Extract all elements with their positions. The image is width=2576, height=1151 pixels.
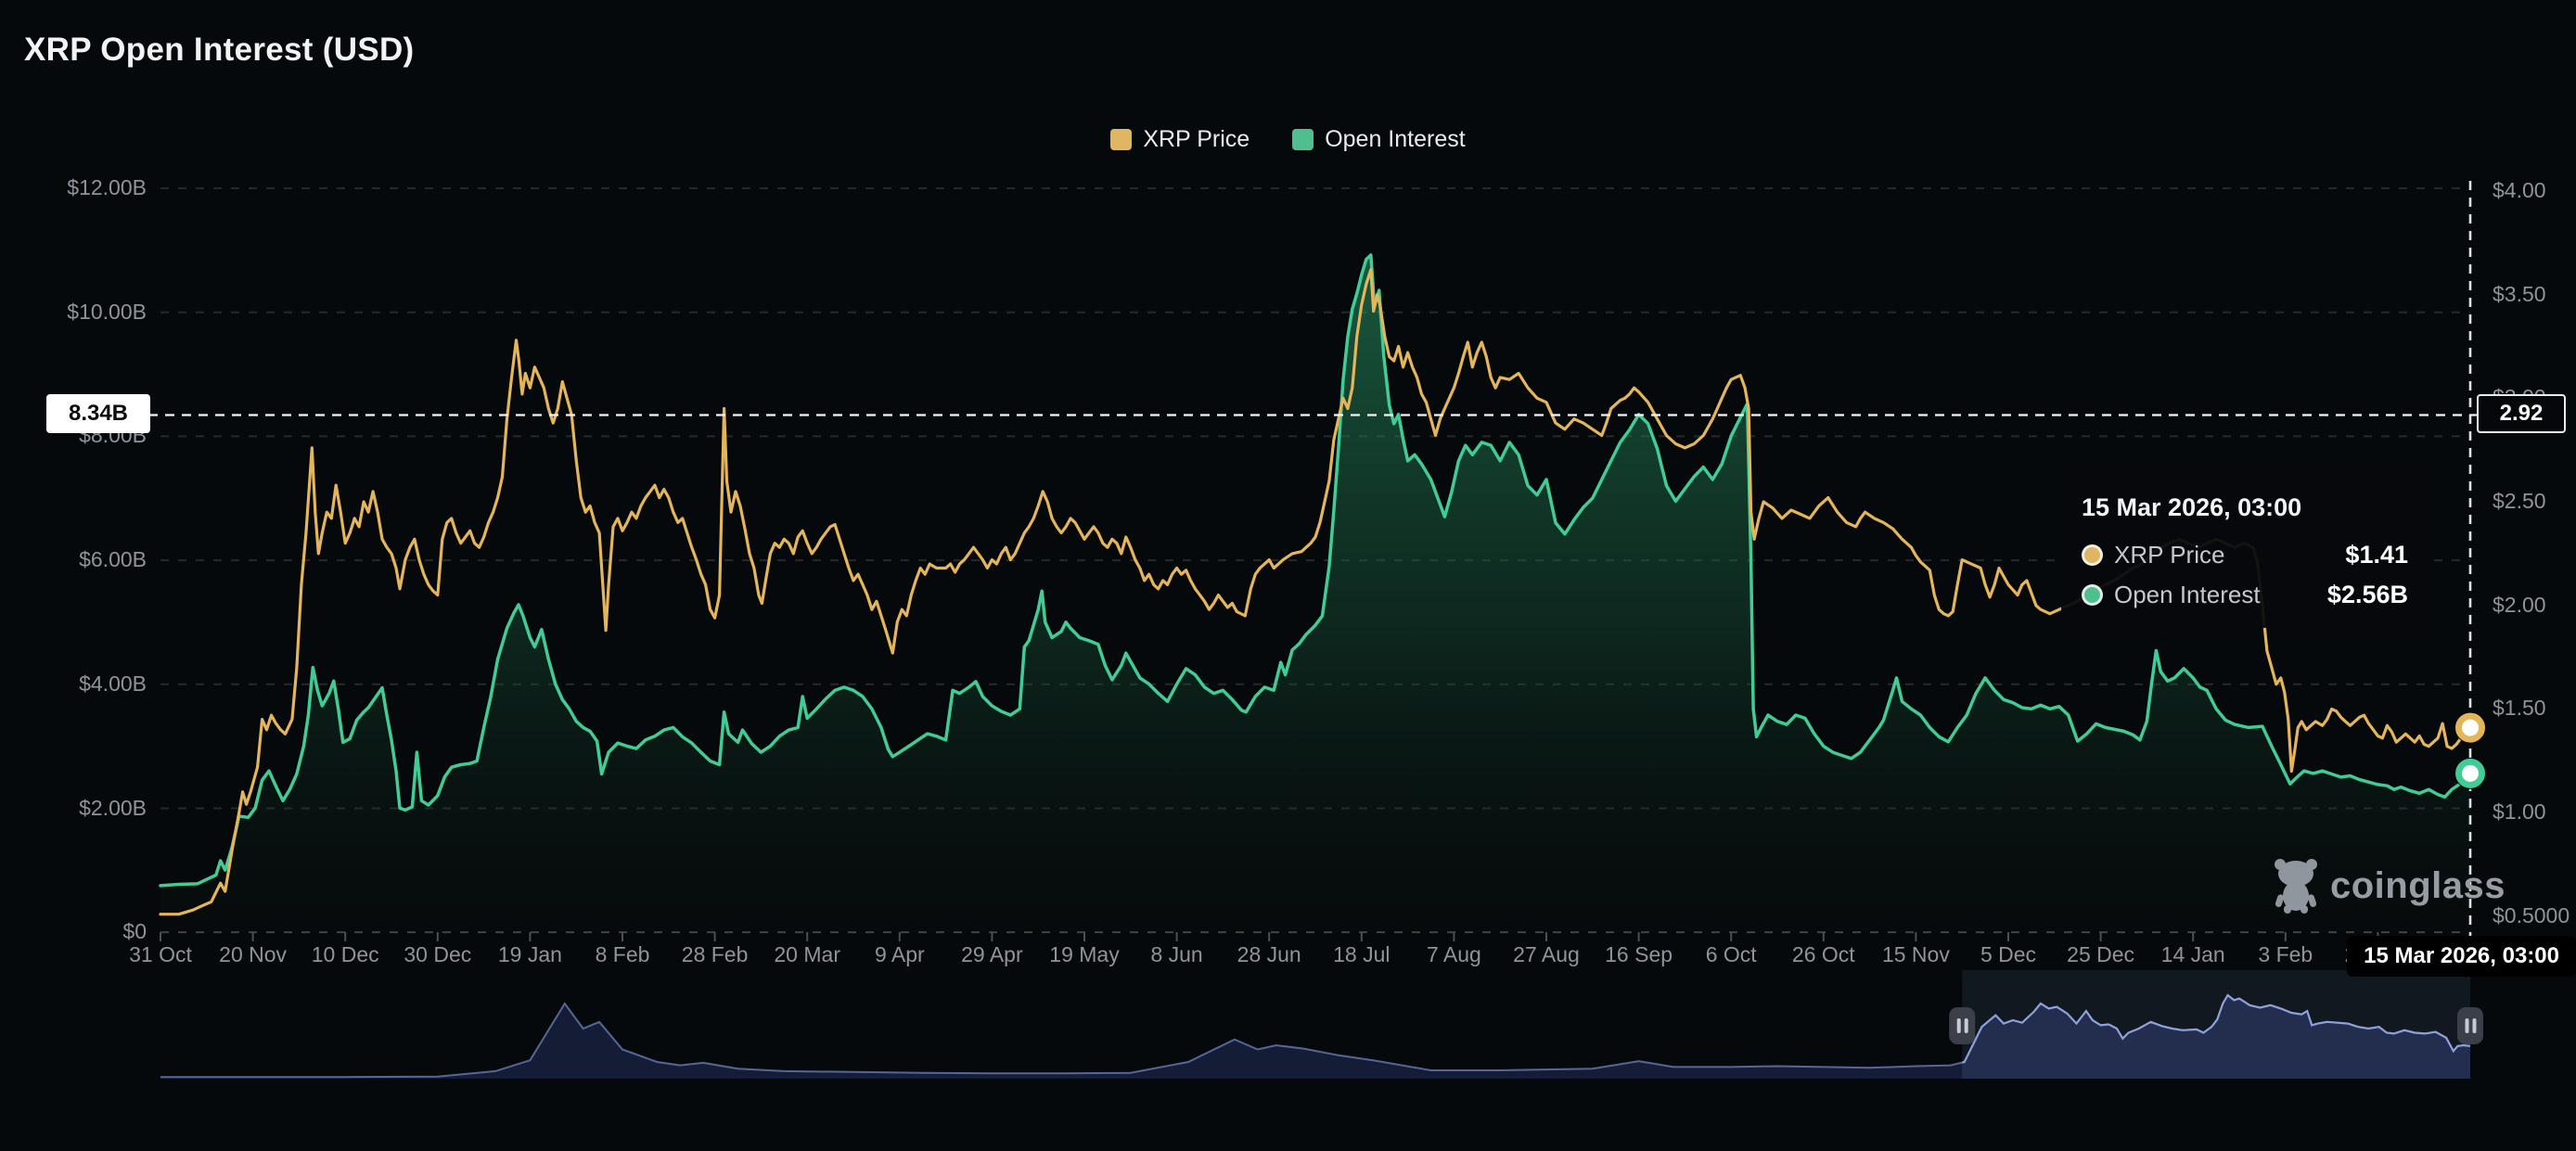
- y-axis-right-label: $4.00: [2493, 178, 2546, 203]
- y-axis-left-label: $6.00B: [7, 547, 147, 572]
- y-axis-left-label: $2.00B: [7, 796, 147, 821]
- price-end-marker: [2454, 712, 2486, 744]
- y-axis-right-label: $3.50: [2493, 282, 2546, 307]
- legend-label: Open Interest: [1325, 126, 1465, 153]
- x-axis-label: 14 Jan: [2161, 942, 2225, 967]
- x-axis-label: 9 Apr: [875, 942, 925, 967]
- watermark: coinglass: [2271, 857, 2506, 914]
- x-axis-label: 8 Jun: [1150, 942, 1202, 967]
- x-axis-label: 20 Mar: [774, 942, 840, 967]
- y-axis-left-label: $4.00B: [7, 671, 147, 697]
- x-axis-label: 6 Oct: [1706, 942, 1757, 967]
- y-axis-left-label: $10.00B: [7, 300, 147, 325]
- crosshair-price-badge: 2.92: [2477, 394, 2566, 433]
- coinglass-mascot-icon: [2271, 857, 2321, 914]
- page-title: XRP Open Interest (USD): [24, 32, 415, 69]
- xrp-price-dot-icon: [2082, 544, 2103, 566]
- y-axis-left-label: $12.00B: [7, 175, 147, 200]
- x-axis-label: 5 Dec: [1980, 942, 2036, 967]
- x-axis-label: 25 Dec: [2067, 942, 2134, 967]
- watermark-text: coinglass: [2330, 865, 2506, 907]
- x-axis-label: 7 Aug: [1427, 942, 1481, 967]
- navigator-handle-right[interactable]: [2457, 1007, 2483, 1044]
- y-axis-right-label: $2.00: [2493, 593, 2546, 618]
- open-interest-swatch-icon: [1292, 129, 1314, 150]
- navigator[interactable]: [160, 970, 2483, 1079]
- y-axis-right-label: $1.00: [2493, 799, 2546, 825]
- tooltip-value: $2.56B: [2327, 581, 2408, 609]
- navigator-handle-left[interactable]: [1949, 1007, 1975, 1044]
- x-axis-label: 28 Feb: [682, 942, 749, 967]
- x-axis-label: 15 Nov: [1882, 942, 1950, 967]
- x-axis-label: 19 Jan: [498, 942, 562, 967]
- x-axis-label: 3 Feb: [2258, 942, 2313, 967]
- crosshair-oi-badge: 8.34B: [46, 394, 150, 433]
- tooltip-value: $1.41: [2345, 541, 2408, 569]
- x-axis-label: 31 Oct: [129, 942, 192, 967]
- tooltip-row-price: XRP Price $1.41: [2082, 541, 2408, 569]
- tooltip-row-open-interest: Open Interest $2.56B: [2082, 581, 2408, 609]
- x-axis-label: 20 Nov: [219, 942, 287, 967]
- tooltip: 15 Mar 2026, 03:00 XRP Price $1.41 Open …: [2061, 477, 2429, 628]
- tooltip-label: XRP Price: [2114, 541, 2345, 569]
- x-axis-label: 8 Feb: [596, 942, 650, 967]
- x-axis-label: 30 Dec: [404, 942, 471, 967]
- x-axis-label: 18 Jul: [1333, 942, 1390, 967]
- x-axis-label: 16 Sep: [1605, 942, 1672, 967]
- x-axis-label: 28 Jun: [1237, 942, 1301, 967]
- y-axis-right-label: $2.50: [2493, 489, 2546, 514]
- oi-end-marker: [2454, 758, 2486, 789]
- y-axis-right-label: $1.50: [2493, 696, 2546, 721]
- legend-item-xrp-price[interactable]: XRP Price: [1110, 126, 1250, 153]
- xrp-price-swatch-icon: [1110, 129, 1132, 150]
- x-axis-label: 19 May: [1049, 942, 1119, 967]
- crosshair-date-badge: 15 Mar 2026, 03:00: [2347, 936, 2576, 977]
- legend: XRP Price Open Interest: [0, 126, 2576, 153]
- tooltip-label: Open Interest: [2114, 581, 2327, 609]
- x-axis-label: 27 Aug: [1513, 942, 1580, 967]
- open-interest-dot-icon: [2082, 584, 2103, 606]
- x-axis-label: 29 Apr: [961, 942, 1023, 967]
- y-axis-left-label: $0: [7, 919, 147, 944]
- chart-page: XRP Open Interest (USD) XRP Price Open I…: [0, 0, 2576, 1151]
- legend-item-open-interest[interactable]: Open Interest: [1292, 126, 1465, 153]
- tooltip-date: 15 Mar 2026, 03:00: [2082, 493, 2408, 522]
- x-axis-label: 26 Oct: [1792, 942, 1855, 967]
- legend-label: XRP Price: [1143, 126, 1250, 153]
- x-axis-label: 10 Dec: [312, 942, 379, 967]
